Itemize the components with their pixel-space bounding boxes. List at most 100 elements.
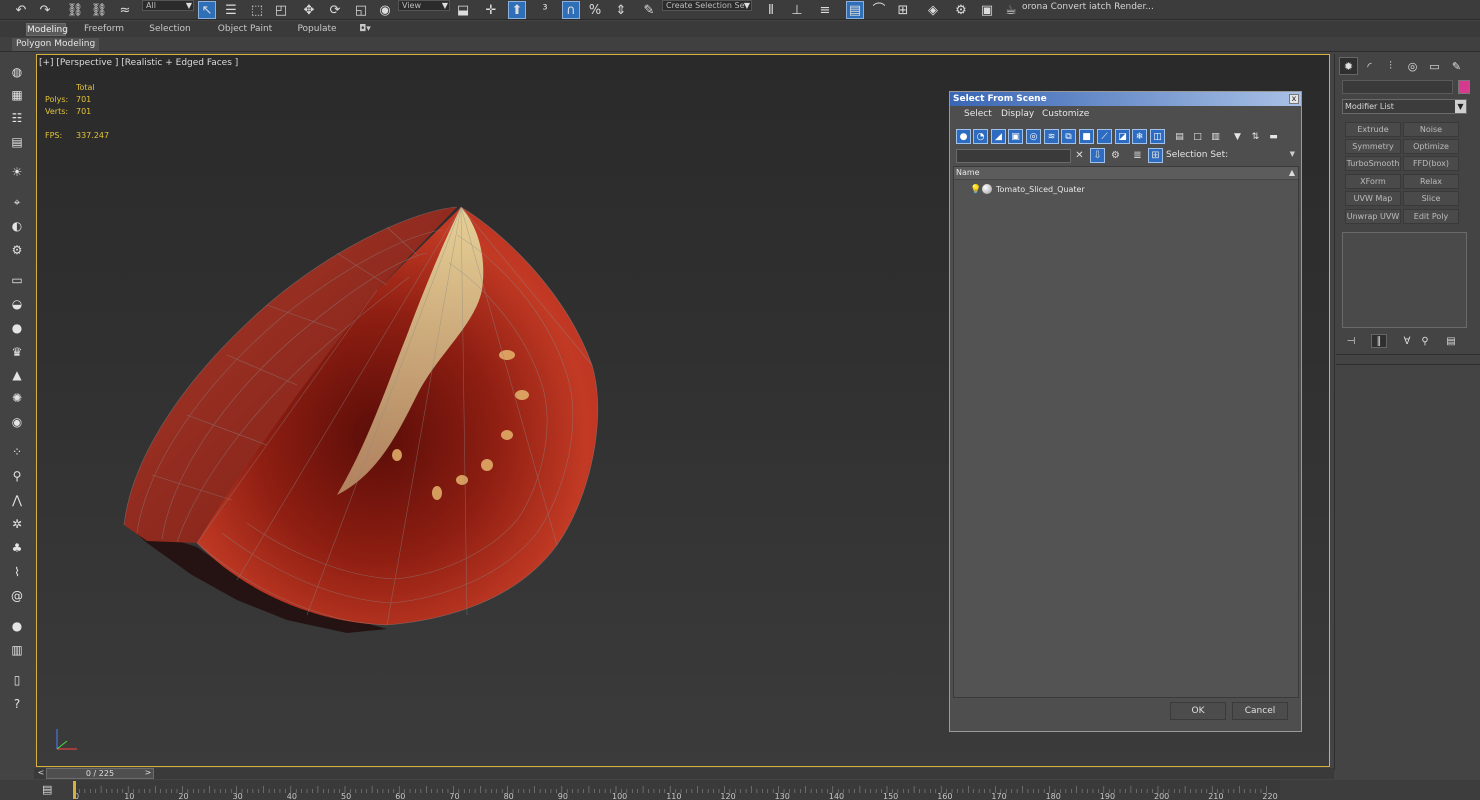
rectangular-selection-icon[interactable]: ⬚ [248,1,266,19]
helper-icon[interactable]: ⌖ [8,193,26,211]
scale-icon[interactable]: ◱ [352,1,370,19]
window-crossing-icon[interactable]: ◰ [272,1,290,19]
show-end-result-icon[interactable]: ∥ [1371,334,1387,348]
align-icon[interactable]: ⊥ [788,1,806,19]
unwrap-uvw-button[interactable]: Unwrap UVW [1345,209,1401,224]
bind-space-warp-icon[interactable]: ≈ [116,1,134,19]
filter-spacewarps-icon[interactable]: ≋ [1044,129,1059,144]
grass-icon[interactable]: ♣ [8,539,26,557]
material-editor-icon[interactable]: ◈ [924,1,942,19]
named-selection-dropdown[interactable]: Create Selection Se ▼ [662,0,752,11]
curve-editor-icon[interactable]: ⌒ [870,1,888,19]
chevron-down-icon[interactable]: ▼ [1290,150,1295,158]
spiral-icon[interactable]: @ [8,587,26,605]
motion-tab-icon[interactable]: ◎ [1403,57,1422,75]
filter-hidden-icon[interactable]: ◫ [1150,129,1165,144]
tab-populate[interactable]: Populate [294,23,340,36]
layer-explorer-icon[interactable]: ≡ [816,1,834,19]
hair-icon[interactable]: ⋀ [8,491,26,509]
unlink-icon[interactable]: ⛓ [90,1,108,19]
display-all-icon[interactable]: ▤ [1172,129,1187,144]
polygon-modeling-panel[interactable]: Polygon Modeling [12,38,100,51]
sort-icon[interactable]: ⇅ [1248,129,1263,144]
close-icon[interactable]: x [1289,94,1299,104]
filter-geometry-icon[interactable]: ● [956,129,971,144]
document-icon[interactable]: ▯ [8,671,26,689]
scene-explorer-icon[interactable]: ▤ [846,1,864,19]
select-dependents-icon[interactable]: ⚙ [1108,148,1123,163]
filter-xrefs-icon[interactable]: ■ [1079,129,1094,144]
tab-selection[interactable]: Selection [146,23,194,36]
ribbon-options-icon[interactable]: ◘▾ [354,23,376,36]
hair-brush-icon[interactable]: ⌇ [8,563,26,581]
object-color-swatch[interactable] [1458,80,1470,94]
light-icon[interactable]: ☀ [8,163,26,181]
particles-icon[interactable]: ⁘ [8,443,26,461]
tab-object-paint[interactable]: Object Paint [214,23,276,36]
spinner-snap-icon[interactable]: ⇕ [612,1,630,19]
schematic-view-icon[interactable]: ⊞ [894,1,912,19]
object-name-field[interactable] [1342,80,1453,94]
current-frame-marker[interactable] [73,781,76,799]
cone-icon[interactable]: ▲ [8,366,26,384]
mirror-icon[interactable]: ⫴ [762,1,780,19]
script-icon[interactable]: ▥ [8,641,26,659]
modify-tab-icon[interactable]: ◜ [1360,57,1379,75]
make-unique-icon[interactable]: ∀ [1399,334,1415,348]
menu-customize[interactable]: Customize [1042,109,1089,119]
pin-stack-icon[interactable]: ⊣ [1343,334,1359,348]
filter-helpers-icon[interactable]: ◎ [1026,129,1041,144]
cancel-button[interactable]: Cancel [1232,702,1288,720]
extrude-button[interactable]: Extrude [1345,122,1401,137]
filter-funnel-icon[interactable]: ▼ [1230,129,1245,144]
utilities-tab-icon[interactable]: ✎ [1447,57,1466,75]
dome-icon[interactable]: ◒ [8,295,26,313]
percent-snap-icon[interactable]: % [586,1,604,19]
hierarchy-tab-icon[interactable]: ⫶ [1381,57,1400,75]
uvw-map-button[interactable]: UVW Map [1345,191,1401,206]
tab-freeform[interactable]: Freeform [80,23,128,36]
display-none-icon[interactable]: □ [1190,129,1205,144]
select-by-name-icon[interactable]: ☰ [222,1,240,19]
select-object-icon[interactable]: ↖ [198,1,216,19]
table-icon[interactable]: ▤ [8,133,26,151]
clear-search-icon[interactable]: ✕ [1072,148,1087,163]
display-tab-icon[interactable]: ▭ [1425,57,1444,75]
menu-select[interactable]: Select [964,109,992,119]
layers-icon[interactable]: ≣ [1130,148,1145,163]
hierarchy-icon[interactable]: ⊞ [1148,148,1163,163]
scene-object-list[interactable]: Name ▲ 💡 Tomato_Sliced_Quater [953,166,1299,698]
xform-button[interactable]: XForm [1345,174,1401,189]
light-bulb-icon[interactable]: 💡 [970,184,982,196]
place-icon[interactable]: ◉ [376,1,394,19]
gear-icon[interactable]: ✲ [8,515,26,533]
slice-button[interactable]: Slice [1403,191,1459,206]
camera-rig-icon[interactable]: ⚙ [8,241,26,259]
sun-icon[interactable]: ✺ [8,389,26,407]
collapse-icon[interactable]: ▬ [1266,129,1281,144]
link-icon[interactable]: ⛓ [66,1,84,19]
select-children-icon[interactable]: ⇩ [1090,148,1105,163]
crown-icon[interactable]: ♛ [8,343,26,361]
relax-button[interactable]: Relax [1403,174,1459,189]
render-setup-icon[interactable]: ⚙ [952,1,970,19]
symmetry-button[interactable]: Symmetry [1345,139,1401,154]
column-header-name[interactable]: Name ▲ [954,167,1298,180]
viewport-label[interactable]: [+] [Perspective ] [Realistic + Edged Fa… [39,58,238,68]
redo-icon[interactable]: ↷ [36,1,54,19]
toolbar-overflow-text[interactable]: orona Convert iatch Render... [1022,2,1154,12]
tab-modeling[interactable]: Modeling [26,23,68,36]
time-slider-thumb[interactable]: 0 / 225 [46,768,154,779]
material-ball-icon[interactable]: ● [8,617,26,635]
time-slider[interactable]: < 0 / 225 > [34,768,1334,779]
edit-named-selection-icon[interactable]: ✎ [640,1,658,19]
disc-icon[interactable]: ◉ [8,413,26,431]
filter-lights-icon[interactable]: ◢ [991,129,1006,144]
next-frame-icon[interactable]: > [142,768,154,779]
modifier-list-dropdown[interactable]: Modifier List ▼ [1342,99,1467,114]
pivot-center-icon[interactable]: ⬓ [454,1,472,19]
dialog-title-bar[interactable]: Select From Scene [950,92,1301,106]
plane-icon[interactable]: ▭ [8,271,26,289]
sphere-icon[interactable]: ● [8,319,26,337]
select-manipulate-icon[interactable]: ✛ [482,1,500,19]
